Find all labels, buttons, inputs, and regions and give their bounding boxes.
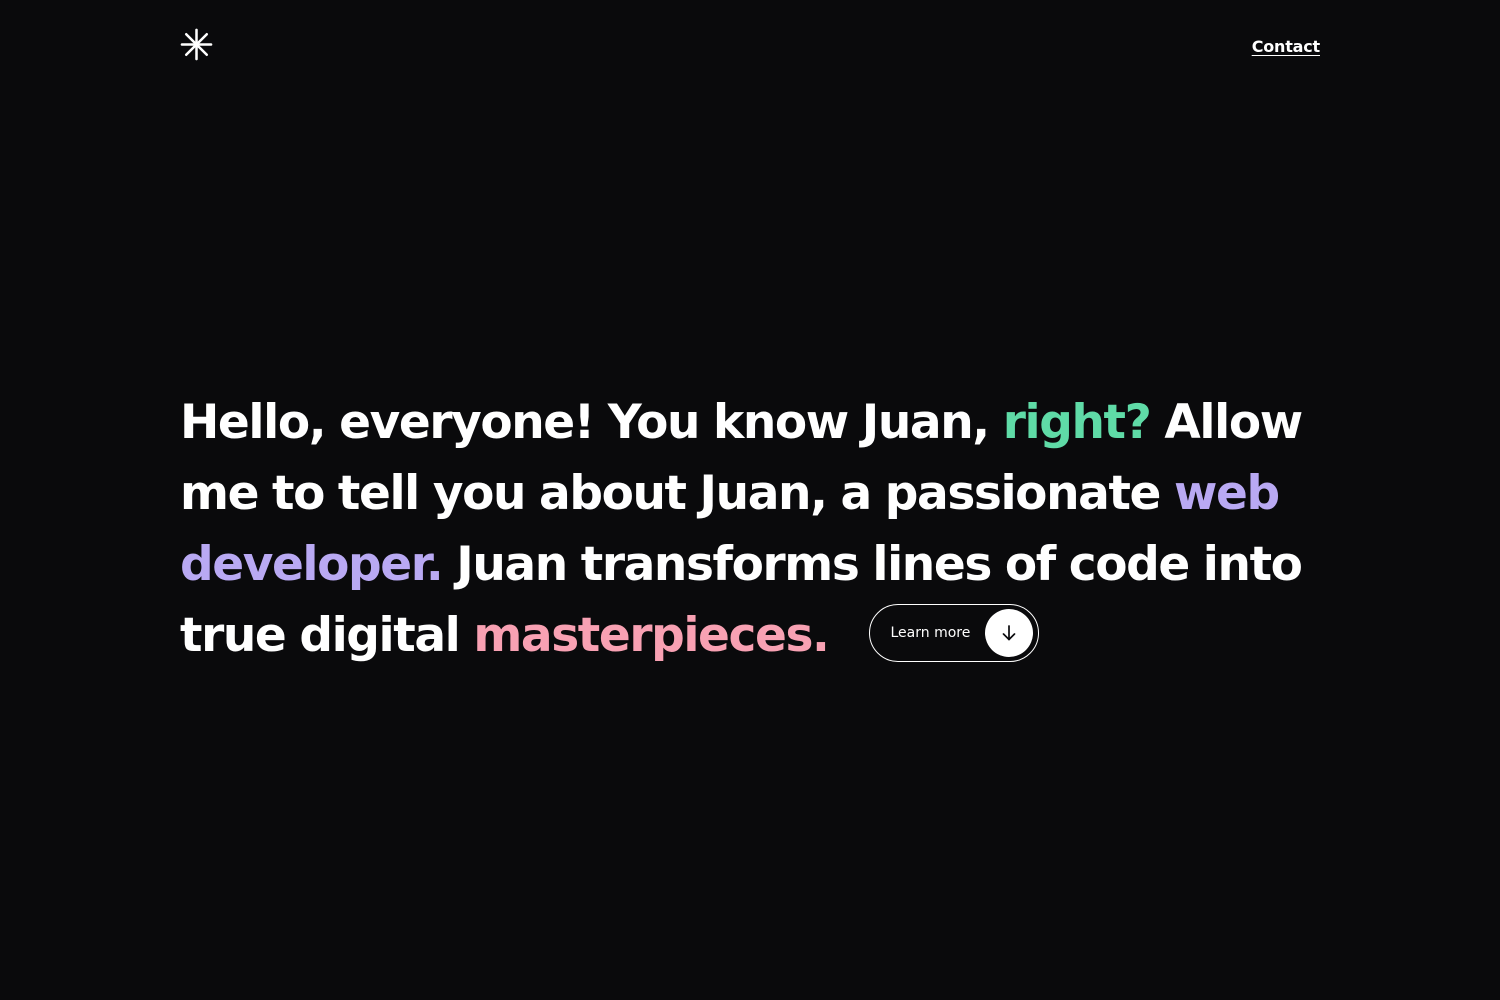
- learn-more-label: Learn more: [890, 624, 971, 641]
- site-header: Contact: [180, 0, 1320, 90]
- hero-section: Hello, everyone! You know Juan, right? A…: [180, 387, 1320, 671]
- page: Contact Hello, everyone! You know Juan, …: [0, 0, 1500, 1000]
- hero-text-intro: Hello, everyone! You know Juan,: [180, 395, 1003, 450]
- arrow-down-icon: [984, 608, 1033, 657]
- hero-highlight-masterpieces: masterpieces.: [473, 608, 830, 663]
- hero-headline: Hello, everyone! You know Juan, right? A…: [180, 387, 1320, 671]
- learn-more-button[interactable]: Learn more: [868, 603, 1039, 662]
- hero-highlight-right: right?: [1002, 395, 1152, 450]
- contact-link[interactable]: Contact: [1252, 37, 1321, 56]
- asterisk-logo-icon[interactable]: [180, 28, 213, 61]
